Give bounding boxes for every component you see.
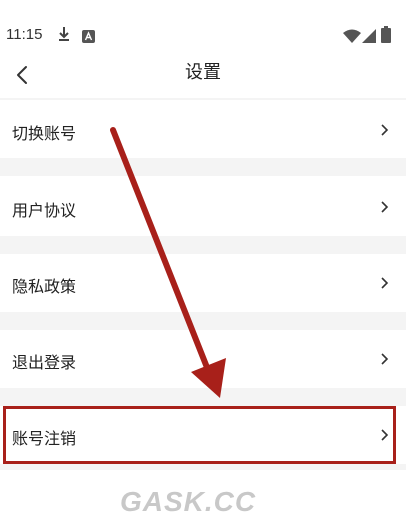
chevron-right-icon	[380, 199, 390, 213]
chevron-right-icon	[380, 427, 390, 441]
navigation-bar: 设置	[0, 56, 406, 98]
settings-item-logout[interactable]: 退出登录	[0, 330, 406, 388]
page-title: 设置	[185, 62, 221, 83]
chevron-right-icon	[380, 275, 390, 289]
chevron-right-icon	[380, 122, 390, 136]
wifi-icon	[343, 28, 361, 47]
settings-item-delete-account[interactable]: 账号注销	[0, 406, 406, 464]
watermark: GASK.CC	[120, 486, 257, 517]
signal-icon	[362, 28, 376, 47]
settings-item-label: 隐私政策	[12, 277, 77, 296]
settings-item-label: 退出登录	[12, 353, 77, 372]
settings-item-privacy-policy[interactable]: 隐私政策	[0, 254, 406, 312]
chevron-left-icon	[16, 65, 28, 89]
back-button[interactable]	[8, 60, 36, 94]
settings-item-user-agreement[interactable]: 用户协议	[0, 176, 406, 236]
status-bar: 11:15	[0, 0, 406, 56]
battery-icon	[381, 26, 391, 47]
settings-item-switch-account[interactable]: 切换账号	[0, 100, 406, 158]
status-time: 11:15	[6, 26, 43, 43]
settings-item-label: 切换账号	[12, 124, 77, 143]
notification-a-icon	[82, 28, 95, 47]
settings-item-label: 用户协议	[12, 201, 77, 220]
settings-item-label: 账号注销	[12, 429, 77, 448]
chevron-right-icon	[380, 351, 390, 365]
download-icon	[58, 26, 70, 46]
